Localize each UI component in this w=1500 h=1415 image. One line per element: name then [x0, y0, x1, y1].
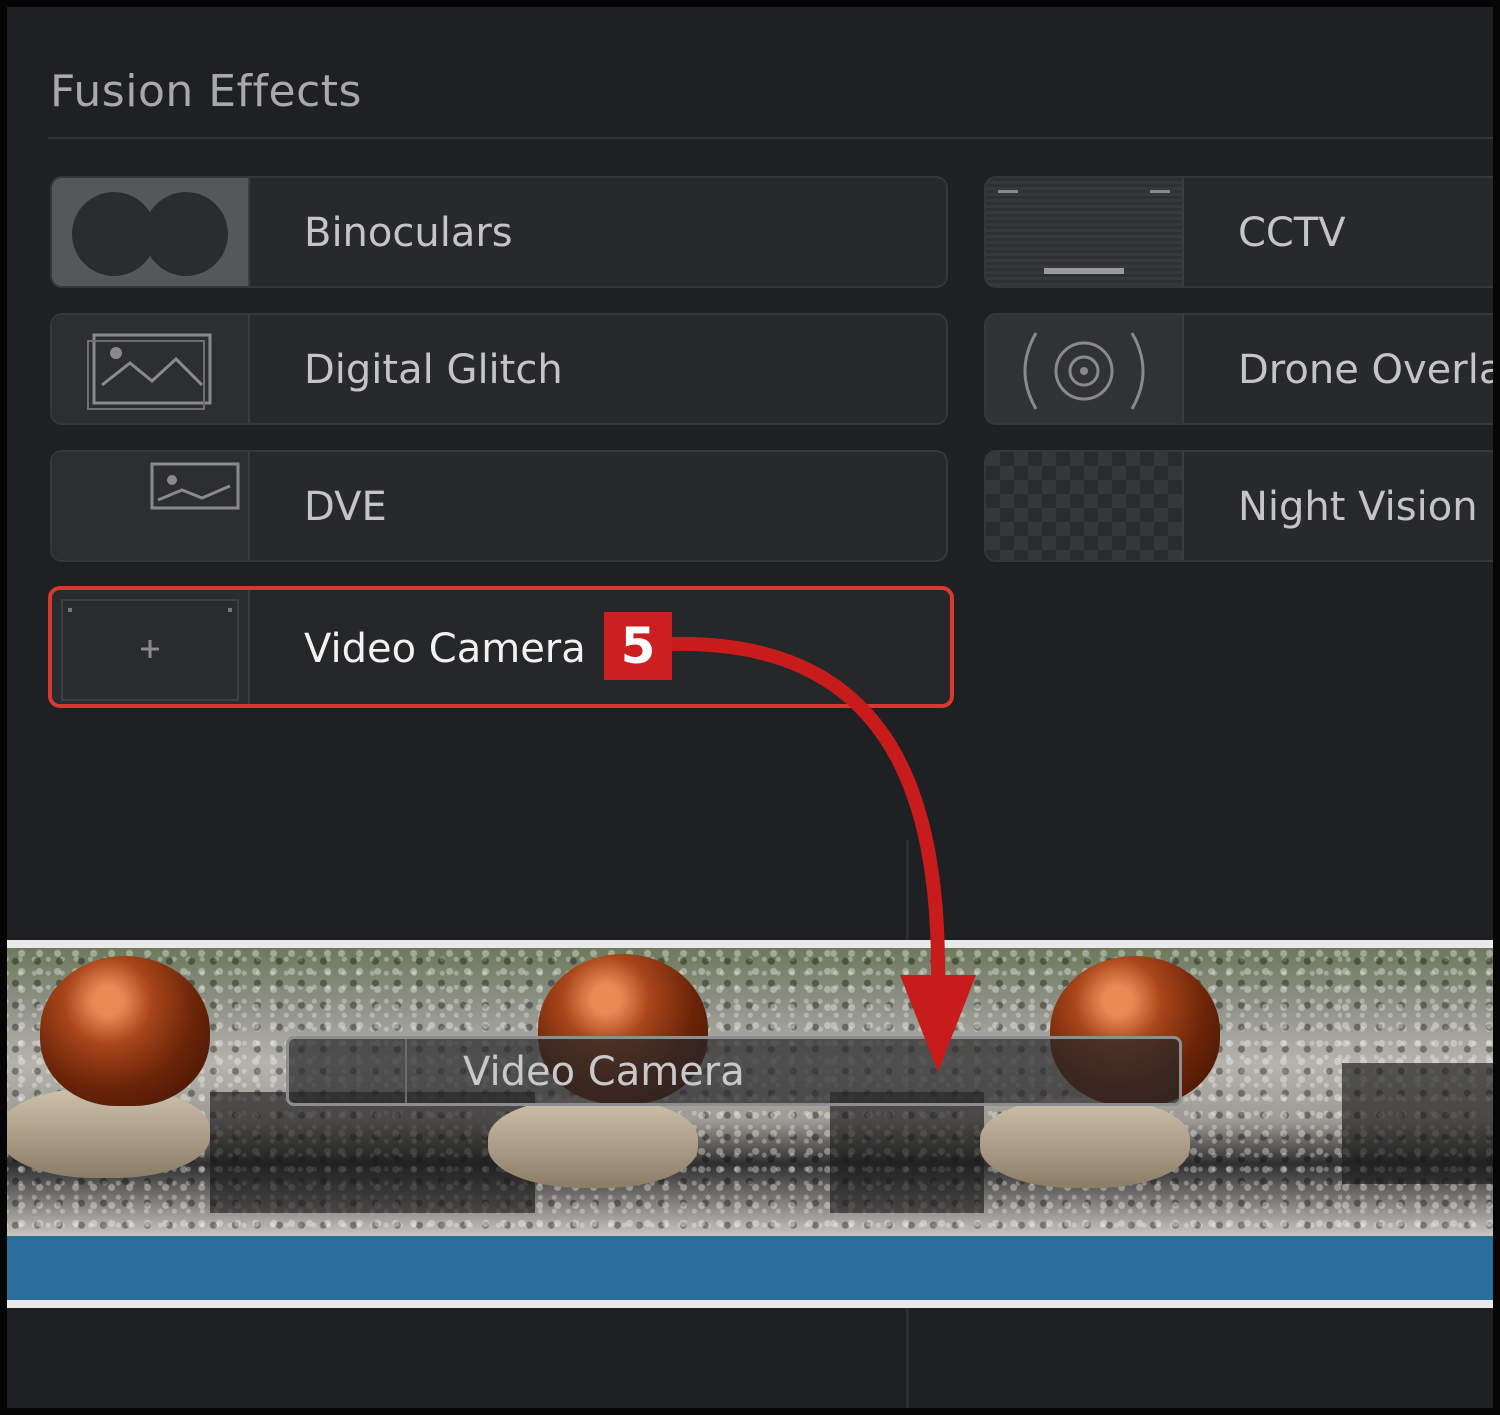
effect-label: Video Camera [304, 626, 586, 672]
effect-label: Drone Overla [1238, 347, 1500, 393]
timeline-track-border [0, 1300, 1500, 1308]
fusion-effects-panel: Fusion Effects Binoculars CCTV Digital G… [0, 0, 1500, 940]
title-divider [48, 137, 1500, 139]
effect-label: DVE [304, 484, 387, 530]
effect-item-dve[interactable]: DVE [50, 450, 948, 562]
dragged-effect-label: Video Camera [463, 1049, 745, 1095]
panel-title: Fusion Effects [50, 66, 362, 117]
effect-label: Night Vision [1238, 484, 1478, 530]
panel-divider [906, 840, 909, 940]
step-badge: 5 [604, 612, 672, 680]
effect-item-digital-glitch[interactable]: Digital Glitch [50, 313, 948, 425]
effect-label: Binoculars [304, 210, 513, 256]
effect-label: Digital Glitch [304, 347, 563, 393]
effect-item-drone-overlay[interactable]: Drone Overla [984, 313, 1500, 425]
effect-label: CCTV [1238, 210, 1346, 256]
video-clip[interactable] [1342, 948, 1500, 1236]
timeline-divider [906, 1308, 909, 1415]
dragged-effect-clip[interactable]: Video Camera [286, 1036, 1182, 1106]
glitch-image-icon [52, 315, 250, 423]
pixel-noise-icon [986, 452, 1184, 560]
image-frame-icon [52, 452, 250, 560]
effect-item-cctv[interactable]: CCTV [984, 176, 1500, 288]
drone-reticle-icon [986, 315, 1184, 423]
audio-track[interactable] [0, 1236, 1500, 1300]
timeline-lower-area [0, 1308, 1500, 1415]
timeline-track-border [0, 940, 1500, 948]
cctv-frame-icon [986, 178, 1184, 286]
effect-item-binoculars[interactable]: Binoculars [50, 176, 948, 288]
camera-viewfinder-icon [52, 590, 250, 704]
binoculars-mask-icon [52, 178, 250, 286]
camera-viewfinder-icon [289, 1039, 407, 1103]
effect-item-video-camera[interactable]: Video Camera [48, 586, 954, 708]
effect-item-night-vision[interactable]: Night Vision [984, 450, 1500, 562]
